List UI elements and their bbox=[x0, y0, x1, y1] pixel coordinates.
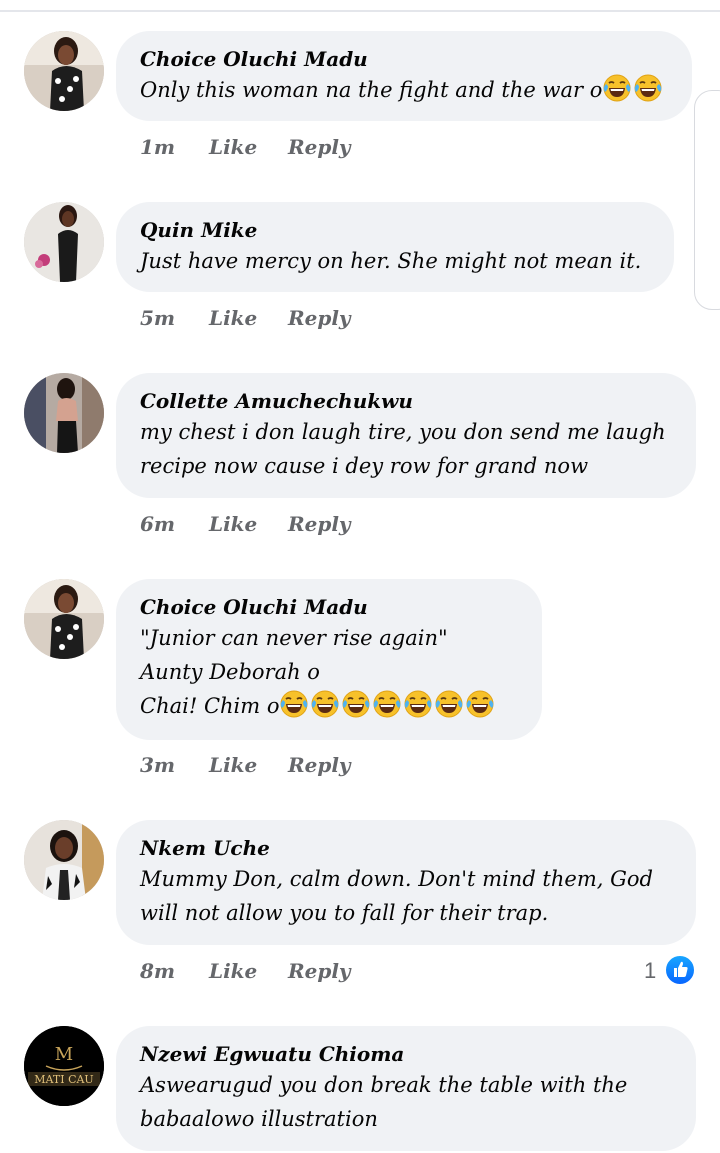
reaction-count: 1 bbox=[644, 958, 657, 983]
laughing-tears-emoji-icon bbox=[602, 73, 632, 103]
comment-text: Mummy Don, calm down. Don't mind them, G… bbox=[140, 862, 672, 930]
comment-author[interactable]: Choice Oluchi Madu bbox=[140, 593, 518, 621]
comment-line: Just have mercy on her. She might not me… bbox=[140, 249, 642, 273]
thumbs-up-like-icon bbox=[664, 954, 696, 986]
comment-text: Just have mercy on her. She might not me… bbox=[140, 244, 650, 278]
comment-timestamp[interactable]: 8m bbox=[140, 959, 175, 983]
comment-line: Mummy Don, calm down. Don't mind them, G… bbox=[140, 867, 653, 891]
comment-text: Only this woman na the fight and the war… bbox=[140, 73, 668, 107]
comment-author[interactable]: Choice Oluchi Madu bbox=[140, 45, 668, 73]
comment-author[interactable]: Quin Mike bbox=[140, 216, 650, 244]
comment-bubble: Quin Mike Just have mercy on her. She mi… bbox=[116, 202, 674, 292]
laughing-tears-emoji-icon bbox=[633, 73, 663, 103]
comment-line: Aswearugud you don break the table with … bbox=[140, 1073, 628, 1097]
laughing-tears-emoji-icon bbox=[372, 689, 402, 719]
reply-button[interactable]: Reply bbox=[288, 512, 351, 536]
comment-timestamp[interactable]: 5m bbox=[140, 306, 175, 330]
laughing-tears-emoji-icon bbox=[403, 689, 433, 719]
comment-author[interactable]: Nkem Uche bbox=[140, 834, 672, 862]
avatar-logo-text: MATI CAU bbox=[34, 1073, 94, 1086]
comment-line: my chest i don laugh tire, you don send … bbox=[140, 420, 666, 444]
comment-bubble: Collette Amuchechukwu my chest i don lau… bbox=[116, 373, 696, 498]
comment-author[interactable]: Nzewi Egwuatu Chioma bbox=[140, 1040, 672, 1068]
laughing-tears-emoji-icon bbox=[434, 689, 464, 719]
like-button[interactable]: Like bbox=[209, 512, 257, 536]
svg-text:M: M bbox=[55, 1044, 73, 1065]
comment-bubble: Nzewi Egwuatu Chioma Aswearugud you don … bbox=[116, 1026, 696, 1151]
comment-text: Aswearugud you don break the table with … bbox=[140, 1068, 672, 1136]
reply-button[interactable]: Reply bbox=[288, 959, 351, 983]
comment-line: Aunty Deborah o bbox=[140, 660, 320, 684]
avatar[interactable] bbox=[24, 202, 104, 282]
avatar[interactable] bbox=[24, 820, 104, 900]
comment-line: babaalowo illustration bbox=[140, 1107, 378, 1131]
reply-button[interactable]: Reply bbox=[288, 306, 351, 330]
comment-bubble: Choice Oluchi Madu Only this woman na th… bbox=[116, 31, 692, 121]
emoji-group bbox=[602, 74, 664, 102]
reply-button[interactable]: Reply bbox=[288, 135, 351, 159]
like-button[interactable]: Like bbox=[209, 753, 257, 777]
avatar[interactable]: M MATI CAU bbox=[24, 1026, 104, 1106]
laughing-tears-emoji-icon bbox=[310, 689, 340, 719]
avatar[interactable] bbox=[24, 373, 104, 453]
top-divider bbox=[0, 0, 720, 12]
comment-bubble: Choice Oluchi Madu "Junior can never ris… bbox=[116, 579, 542, 740]
like-button[interactable]: Like bbox=[209, 959, 257, 983]
laughing-tears-emoji-icon bbox=[279, 689, 309, 719]
laughing-tears-emoji-icon bbox=[465, 689, 495, 719]
comment-text: "Junior can never rise again" Aunty Debo… bbox=[140, 621, 518, 723]
avatar[interactable] bbox=[24, 579, 104, 659]
comment-line: Only this woman na the fight and the war… bbox=[140, 78, 603, 102]
side-panel-edge bbox=[694, 90, 720, 310]
comment-line: will not allow you to fall for their tra… bbox=[140, 901, 549, 925]
like-button[interactable]: Like bbox=[209, 135, 257, 159]
comment-line: recipe now cause i dey row for grand now bbox=[140, 454, 589, 478]
like-button[interactable]: Like bbox=[209, 306, 257, 330]
comment-text: my chest i don laugh tire, you don send … bbox=[140, 415, 672, 483]
reply-button[interactable]: Reply bbox=[288, 753, 351, 777]
avatar[interactable] bbox=[24, 31, 104, 111]
comment-timestamp[interactable]: 1m bbox=[140, 135, 175, 159]
comment-bubble: Nkem Uche Mummy Don, calm down. Don't mi… bbox=[116, 820, 696, 945]
laughing-tears-emoji-icon bbox=[341, 689, 371, 719]
comment-timestamp[interactable]: 3m bbox=[140, 753, 175, 777]
emoji-group bbox=[279, 690, 496, 718]
comment-line: "Junior can never rise again" bbox=[140, 626, 448, 650]
comment-timestamp[interactable]: 6m bbox=[140, 512, 175, 536]
comment-author[interactable]: Collette Amuchechukwu bbox=[140, 387, 672, 415]
comment-line: Chai! Chim o bbox=[140, 694, 280, 718]
